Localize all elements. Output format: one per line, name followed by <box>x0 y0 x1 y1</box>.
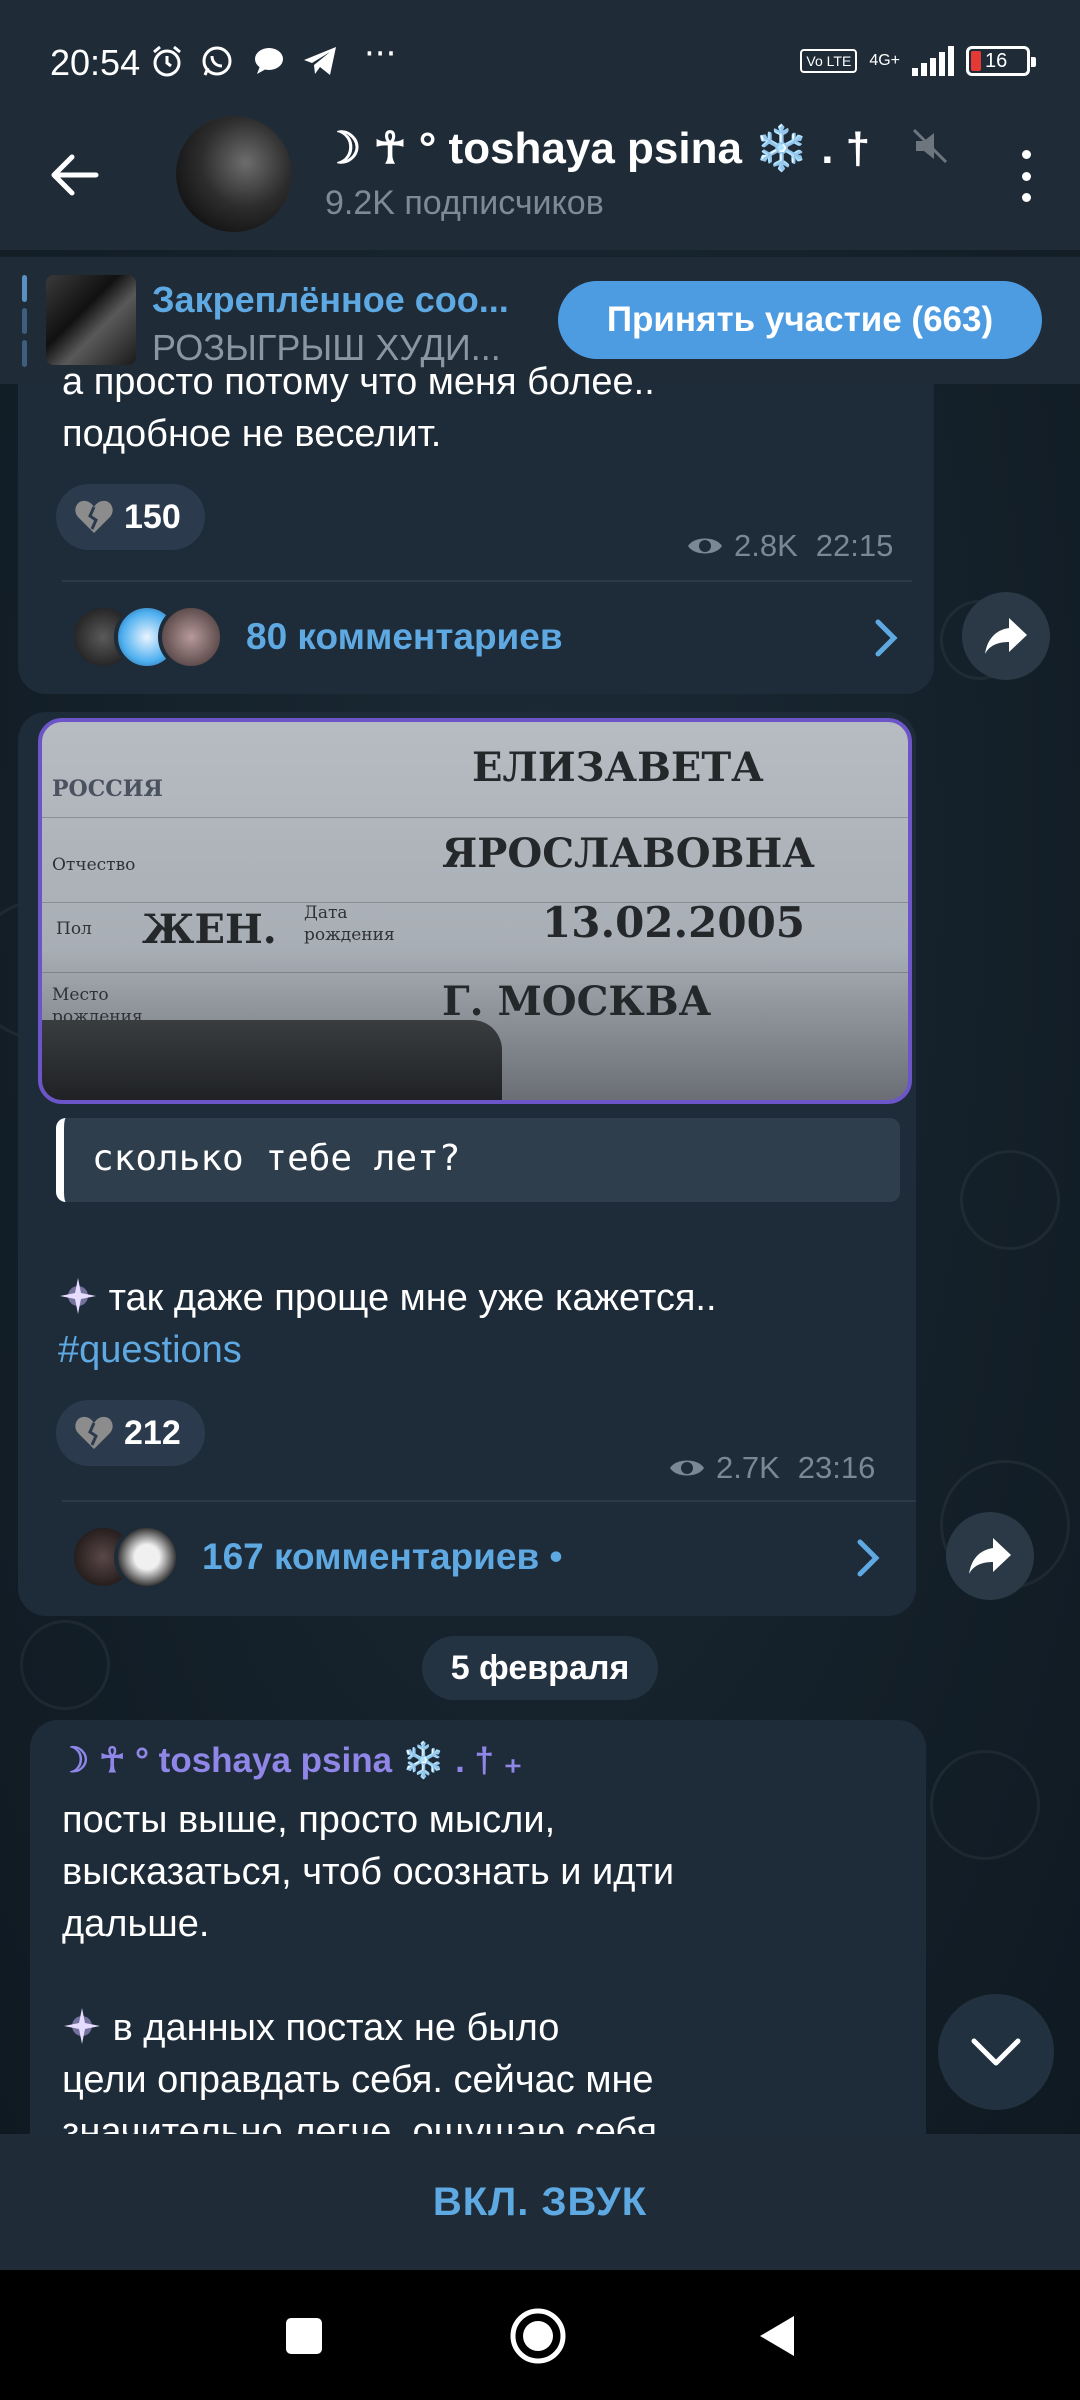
photo-label-sex: Пол <box>56 919 92 939</box>
share-arrow-icon <box>985 618 1027 654</box>
sparkle-icon <box>60 1278 96 1314</box>
commenter-avatar <box>114 1524 180 1590</box>
dot-icon <box>1021 150 1031 159</box>
square-icon <box>286 2318 322 2354</box>
comments-button[interactable]: 167 комментариев • <box>70 1524 562 1590</box>
pinned-thumbnail <box>46 275 136 365</box>
system-nav-bar <box>0 2270 1080 2400</box>
unmute-label: ВКЛ. ЗВУК <box>432 2179 648 2224</box>
reaction-button[interactable]: 212 <box>56 1400 205 1466</box>
chat-header: ☽ ☥ ° toshaya psina ❄️ . † 9.2K подписчи… <box>0 100 1080 250</box>
chevron-down-icon <box>971 2038 1021 2066</box>
triangle-back-icon <box>760 2316 794 2356</box>
channel-avatar[interactable] <box>176 116 292 232</box>
back-button[interactable] <box>40 140 110 210</box>
broken-heart-icon <box>75 500 113 533</box>
message-line: цели оправдать себя. сейчас мне <box>62 2059 654 2101</box>
message-line: а просто потому что меня более.. <box>62 361 655 403</box>
message-text: посты выше, просто мысли, высказаться, ч… <box>62 1794 674 2158</box>
photo-text-country: РОССИЯ <box>52 776 163 802</box>
more-options-button[interactable] <box>1006 146 1046 206</box>
unmute-bar[interactable]: ВКЛ. ЗВУК <box>0 2134 1080 2270</box>
message-time: 23:16 <box>797 1450 876 1485</box>
whatsapp-icon <box>200 44 234 83</box>
participate-button[interactable]: Принять участие (663) <box>558 281 1042 359</box>
mute-icon <box>912 128 948 164</box>
message-line: в данных постах не было <box>62 2002 674 2054</box>
message-text: а просто потому что меня более.. подобно… <box>62 356 655 460</box>
comments-label: 167 комментариев • <box>202 1536 563 1577</box>
chevron-right-icon <box>875 619 898 657</box>
view-count: 2.7K <box>716 1450 780 1485</box>
message-meta: 2.8K 22:15 <box>686 528 893 564</box>
eye-icon <box>688 538 722 554</box>
photo-text-name: ЕЛИЗАВЕТА <box>472 744 764 791</box>
reaction-button[interactable]: 150 <box>56 484 205 550</box>
divider <box>62 1500 916 1502</box>
comments-label: 80 комментариев <box>246 616 563 657</box>
chevron-right-icon <box>857 1539 880 1577</box>
subscriber-count: 9.2K подписчиков <box>325 184 604 222</box>
photo-label-dob: Дата рождения <box>304 903 395 945</box>
more-notifications-icon: ··· <box>364 34 397 74</box>
recents-button[interactable] <box>274 2306 334 2366</box>
message-time: 22:15 <box>815 528 894 563</box>
quote-block: сколько тебе лет? <box>56 1118 900 1202</box>
dot-icon <box>1021 193 1031 202</box>
status-time: 20:54 <box>50 42 141 83</box>
channel-title[interactable]: ☽ ☥ ° toshaya psina ❄️ . † <box>322 122 870 174</box>
broken-heart-icon <box>75 1416 113 1449</box>
home-circle-icon <box>510 2308 566 2364</box>
photo-label-patronymic: Отчество <box>52 855 136 875</box>
message-line: так даже проще мне уже кажется.. <box>58 1272 717 1324</box>
arrow-left-icon <box>51 154 99 196</box>
reaction-count: 212 <box>124 1413 181 1452</box>
view-count: 2.8K <box>734 528 798 563</box>
chat-bubble-icon <box>252 44 286 83</box>
comments-button[interactable]: 80 комментариев <box>70 604 563 670</box>
telegram-icon <box>302 44 338 83</box>
message-meta: 2.7K 23:16 <box>668 1450 875 1486</box>
share-arrow-icon <box>969 1538 1011 1574</box>
message-author[interactable]: ☽ ☥ ° toshaya psina ❄️ . † ₊ <box>58 1740 522 1781</box>
photo-text-patronymic: ЯРОСЛАВОВНА <box>442 830 815 877</box>
divider <box>62 580 912 582</box>
message-line: подобное не веселит. <box>62 413 442 455</box>
alarm-icon <box>150 44 184 83</box>
quote-text: сколько тебе лет? <box>92 1138 461 1179</box>
reaction-count: 150 <box>124 497 181 536</box>
dot-icon <box>1021 171 1031 181</box>
commenter-avatar <box>158 604 224 670</box>
home-button[interactable] <box>508 2306 568 2366</box>
photo-text-sex: ЖЕН. <box>142 906 277 953</box>
message-text: так даже проще мне уже кажется.. #questi… <box>58 1272 717 1376</box>
pinned-indicator <box>22 275 27 368</box>
scroll-down-button[interactable] <box>938 1994 1054 2110</box>
message-line-text: в данных постах не было <box>112 2007 560 2049</box>
network-type: 4G+ <box>869 52 900 69</box>
status-right-group: Vo LTE 4G+ 16 <box>800 46 1036 76</box>
photo-text-birthplace: Г. МОСКВА <box>442 978 712 1025</box>
back-nav-button[interactable] <box>746 2306 806 2366</box>
eye-icon <box>670 1460 704 1476</box>
share-button[interactable] <box>946 1512 1034 1600</box>
message-line: дальше. <box>62 1903 210 1945</box>
message-line: посты выше, просто мысли, <box>62 1799 556 1841</box>
signal-icon <box>912 46 954 76</box>
message-line: высказаться, чтоб осознать и идти <box>62 1851 675 1893</box>
volte-icon: Vo LTE <box>800 49 858 73</box>
photo-text-birthdate: 13.02.2005 <box>542 898 806 947</box>
battery-level: 16 <box>985 49 1008 72</box>
pinned-title: Закреплённое соо... <box>152 279 509 320</box>
battery-icon: 16 <box>966 46 1036 76</box>
share-button[interactable] <box>962 592 1050 680</box>
hashtag-link[interactable]: #questions <box>58 1324 717 1376</box>
message-line-text: так даже проще мне уже кажется.. <box>108 1277 717 1319</box>
date-separator: 5 февраля <box>422 1636 658 1700</box>
sparkle-icon <box>64 2008 100 2044</box>
message-photo[interactable]: РОССИЯ ЕЛИЗАВЕТА Отчество ЯРОСЛАВОВНА По… <box>38 718 912 1104</box>
